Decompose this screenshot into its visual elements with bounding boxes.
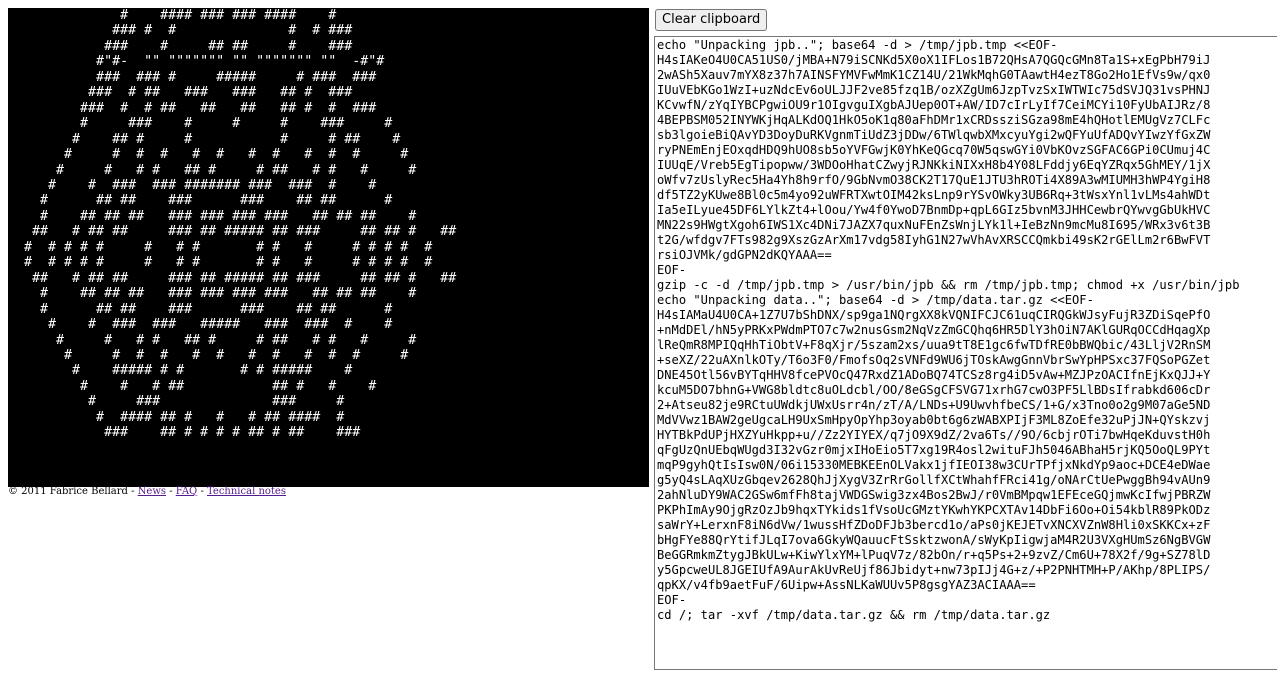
clear-clipboard-button[interactable]: Clear clipboard [655,9,768,31]
clipboard-textarea[interactable]: echo "Unpacking jpb.."; base64 -d > /tmp… [654,36,1277,670]
terminal[interactable]: # #### ### ### #### # ### # # # # ### ##… [8,8,649,487]
copyright-text: © 2011 Fabrice Bellard - [8,486,138,497]
technical-notes-link[interactable]: Technical notes [207,486,286,497]
footer-separator: - [197,486,208,497]
footer: © 2011 Fabrice Bellard - News - FAQ - Te… [8,486,286,497]
footer-separator: - [166,486,176,497]
page: # #### ### ### #### # ### # # # # ### ##… [0,0,1277,680]
terminal-screen: # #### ### ### #### # ### # # # # ### ##… [24,8,457,441]
news-link[interactable]: News [138,486,166,497]
faq-link[interactable]: FAQ [176,486,198,497]
